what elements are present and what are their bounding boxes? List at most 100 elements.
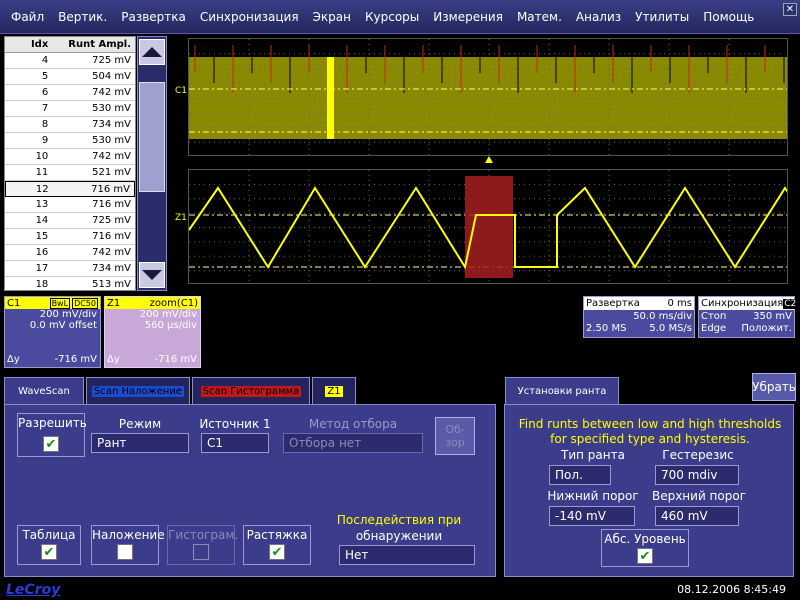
row-idx: 13 <box>35 199 49 210</box>
scroll-thumb[interactable] <box>139 82 165 192</box>
table-row[interactable]: 11 521 mV <box>5 165 135 181</box>
table-row[interactable]: 4 725 mV <box>5 53 135 69</box>
menu-measure[interactable]: Измерения <box>426 10 510 24</box>
c1-channel-header: C1 BwL DC50 <box>5 297 100 309</box>
tab-wavescan[interactable]: WaveScan <box>4 377 84 405</box>
scroll-up-button[interactable] <box>139 39 165 65</box>
row-idx: 12 <box>35 183 49 195</box>
histogram-checkbox[interactable] <box>193 544 209 560</box>
action-select[interactable]: Нет <box>339 545 475 565</box>
tab-z1[interactable]: Z1 <box>312 377 356 405</box>
c1-offset: 0.0 mV offset <box>29 320 97 331</box>
abs-level-label: Абс. Уровень <box>604 532 686 546</box>
source-select[interactable]: C1 <box>201 433 269 453</box>
c1-channel-box[interactable]: C1 BwL DC50 200 mV/div 0.0 mV offset Δy … <box>4 296 101 368</box>
table-row[interactable]: 8 734 mV <box>5 117 135 133</box>
high-threshold-input[interactable]: 460 mV <box>655 506 739 526</box>
overlay-group[interactable]: Наложение <box>91 525 165 565</box>
row-runt-ampl: 742 mV <box>92 247 131 258</box>
table-row[interactable]: 5 504 mV <box>5 69 135 85</box>
row-runt-ampl: 742 mV <box>92 151 131 162</box>
abs-level-group[interactable]: Абс. Уровень ✔ <box>601 529 689 567</box>
tab-scan-histogram[interactable]: Scan Гистограмма <box>192 377 310 405</box>
row-idx: 18 <box>35 279 49 290</box>
enable-checkbox[interactable]: ✔ <box>43 436 59 452</box>
menu-timebase[interactable]: Развертка <box>114 10 193 24</box>
close-button[interactable]: Убрать <box>752 373 796 401</box>
menu-help[interactable]: Помощь <box>696 10 761 24</box>
row-idx: 8 <box>41 119 49 130</box>
row-runt-ampl: 530 mV <box>92 103 131 114</box>
tab-runt-settings[interactable]: Установки ранта <box>505 377 619 405</box>
table-row[interactable]: 15 716 mV <box>5 229 135 245</box>
menu-cursors[interactable]: Курсоры <box>358 10 426 24</box>
trigger-row1: Стоп 350 mV <box>699 310 794 322</box>
z1-channel-box[interactable]: Z1 zoom(C1) 200 mV/div 560 µs/div Δy -71… <box>104 296 201 368</box>
table-row[interactable]: 12 716 mV <box>5 181 135 197</box>
z1-waveform-grid[interactable] <box>188 169 788 284</box>
table-row[interactable]: 10 742 mV <box>5 149 135 165</box>
menu-file[interactable]: Файл <box>4 10 51 24</box>
runt-desc-2: for specified type and hysteresis. <box>550 432 750 446</box>
row-idx: 7 <box>41 103 49 114</box>
enable-group[interactable]: Разрешить ✔ <box>17 413 87 457</box>
method-select[interactable]: Отбора нет <box>283 433 423 453</box>
menu-vertical[interactable]: Вертик. <box>51 10 114 24</box>
low-threshold-input[interactable]: -140 mV <box>549 506 635 526</box>
overview-label-1: Об- <box>445 423 465 436</box>
table-row[interactable]: 7 530 mV <box>5 101 135 117</box>
arrow-down-icon <box>142 270 162 280</box>
row-idx: 14 <box>35 215 49 226</box>
table-row[interactable]: 16 742 mV <box>5 245 135 261</box>
close-icon[interactable]: ✕ <box>783 3 797 16</box>
scroll-down-button[interactable] <box>139 262 165 288</box>
abs-level-checkbox[interactable]: ✔ <box>637 548 653 564</box>
row-idx: 17 <box>35 263 49 274</box>
source-label: Источник 1 <box>199 417 271 431</box>
row-idx: 6 <box>41 87 49 98</box>
mode-select[interactable]: Рант <box>91 433 189 453</box>
table-checkbox[interactable]: ✔ <box>41 544 57 560</box>
menu-trigger[interactable]: Синхронизация <box>193 10 306 24</box>
table-group[interactable]: Таблица ✔ <box>17 525 81 565</box>
hysteresis-input[interactable]: 700 mdiv <box>655 465 739 485</box>
timebase-samples: 2.50 MS <box>586 322 627 334</box>
low-threshold-label: Нижний порог <box>547 489 639 503</box>
scope-app: { "menu": { "items": ["Файл", "Вертик.",… <box>0 0 800 600</box>
c1-waveform-grid[interactable] <box>188 38 788 156</box>
row-idx: 11 <box>35 167 49 178</box>
check-icon: ✔ <box>639 548 651 564</box>
table-row[interactable]: 17 734 mV <box>5 261 135 277</box>
z1-delta-value: -716 mV <box>154 354 197 365</box>
table-row[interactable]: 14 725 mV <box>5 213 135 229</box>
zoom-label: Растяжка <box>246 528 308 542</box>
menu-utilities[interactable]: Утилиты <box>628 10 696 24</box>
menu-analysis[interactable]: Анализ <box>569 10 628 24</box>
bwl-badge: BwL <box>49 297 71 309</box>
trigger-box[interactable]: Синхронизация C2 Стоп 350 mV Edge Положи… <box>698 296 798 338</box>
runt-type-select[interactable]: Пол. <box>549 465 611 485</box>
menu-display[interactable]: Экран <box>306 10 358 24</box>
overlay-checkbox[interactable] <box>117 544 133 560</box>
action-label-2: обнаружении <box>355 529 443 543</box>
row-idx: 9 <box>41 135 49 146</box>
table-row[interactable]: 13 716 mV <box>5 197 135 213</box>
timebase-tdiv: 50.0 ms/div <box>633 310 692 322</box>
table-row[interactable]: 6 742 mV <box>5 85 135 101</box>
zoom-checkbox[interactable]: ✔ <box>269 544 285 560</box>
row-idx: 10 <box>35 151 49 162</box>
zoom-group[interactable]: Растяжка ✔ <box>243 525 311 565</box>
check-icon: ✔ <box>271 544 283 560</box>
table-row[interactable]: 18 513 mV <box>5 277 135 290</box>
arrow-up-icon <box>142 47 162 57</box>
status-footer: LeCroy 08.12.2006 8:45:49 <box>0 580 800 600</box>
tab-scan-overlay[interactable]: Scan Наложение <box>86 377 190 405</box>
overview-button[interactable]: Об- зор <box>435 417 475 455</box>
table-row[interactable]: 9 530 mV <box>5 133 135 149</box>
table-scrollbar[interactable] <box>137 36 167 291</box>
histogram-group[interactable]: Гистограм. <box>167 525 238 565</box>
timebase-box[interactable]: Развертка 0 ms 50.0 ms/div 2.50 MS 5.0 M… <box>583 296 695 338</box>
timebase-rate: 5.0 MS/s <box>649 322 692 334</box>
menu-math[interactable]: Матем. <box>510 10 569 24</box>
row-runt-ampl: 725 mV <box>92 55 131 66</box>
